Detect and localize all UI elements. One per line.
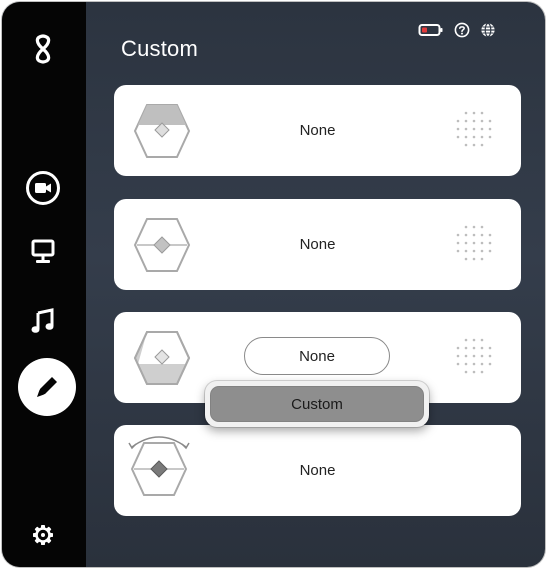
sidebar-item-display[interactable]: [20, 229, 66, 275]
hex-button-rotate-icon: [128, 436, 190, 496]
app-window: Custom None None None None Custom: [2, 2, 545, 567]
dropdown-menu: Custom: [205, 381, 429, 427]
sidebar-item-video[interactable]: [20, 165, 66, 211]
menu-item-custom[interactable]: Custom: [210, 386, 424, 422]
button-card-1[interactable]: None: [114, 85, 521, 176]
dot-grid-icon: [456, 225, 492, 261]
logo-icon: [20, 26, 66, 72]
dot-grid-icon: [456, 111, 492, 147]
help-icon[interactable]: [454, 22, 470, 43]
hex-button-top-icon: [133, 104, 191, 158]
dot-grid-icon: [456, 338, 492, 374]
sidebar-item-audio[interactable]: [20, 298, 66, 344]
button-card-2[interactable]: None: [114, 199, 521, 290]
music-note-icon: [31, 308, 54, 333]
pencil-icon: [37, 377, 57, 397]
video-camera-icon: [26, 171, 60, 205]
monitor-icon: [31, 239, 55, 263]
page-title: Custom: [121, 36, 198, 61]
sidebar: [2, 2, 86, 567]
gear-icon: [33, 525, 53, 545]
button-card-4[interactable]: None: [114, 425, 521, 516]
select-value: None: [299, 347, 335, 365]
sidebar-item-settings[interactable]: [20, 512, 66, 558]
battery-low-icon: [418, 22, 444, 43]
action-select[interactable]: None: [244, 337, 390, 375]
hex-button-left-icon: [133, 331, 191, 385]
hex-button-middle-icon: [133, 218, 191, 272]
sidebar-item-custom[interactable]: [18, 358, 76, 416]
globe-icon[interactable]: [480, 22, 496, 43]
